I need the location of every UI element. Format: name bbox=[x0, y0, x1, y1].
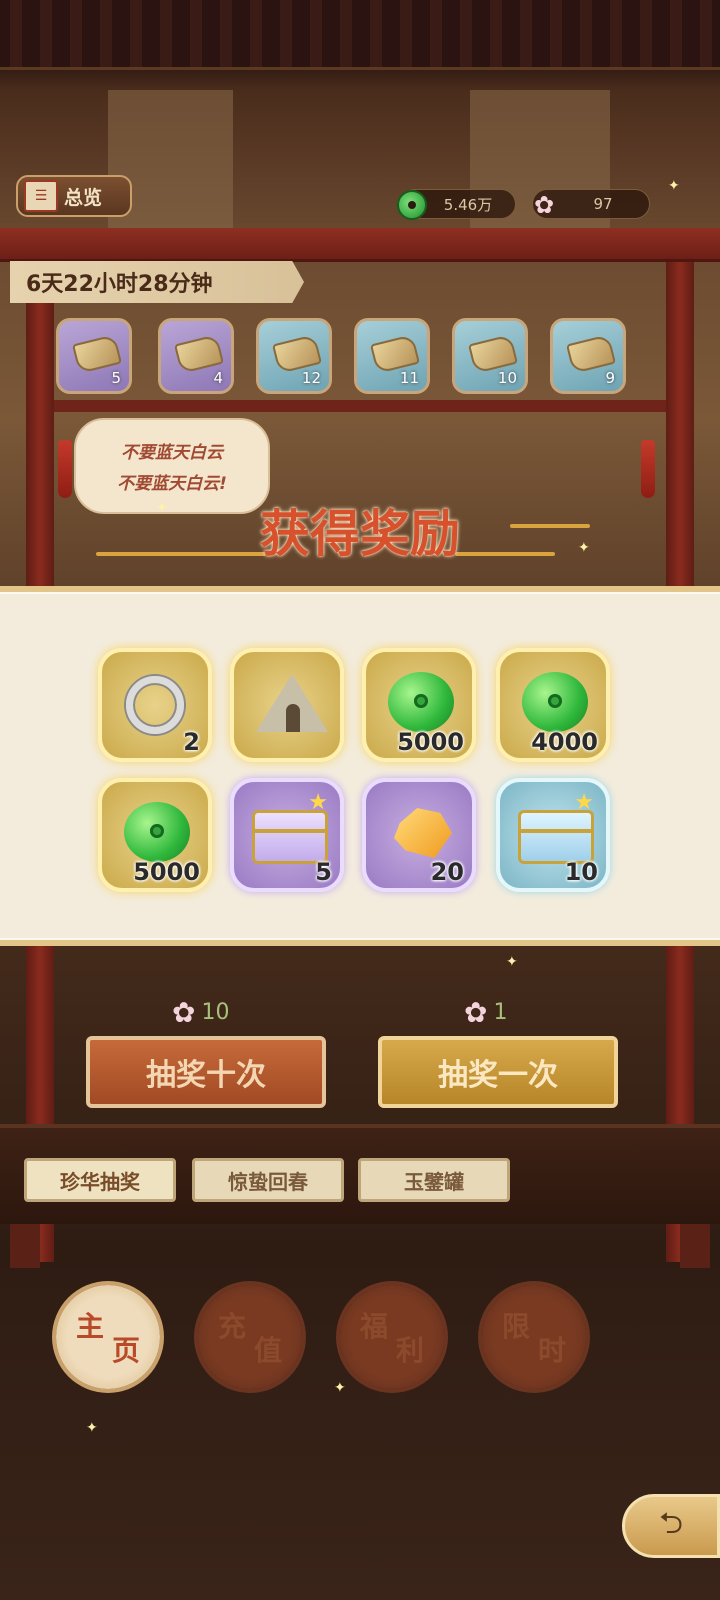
star-icon: ★ bbox=[308, 790, 328, 815]
nav-char: 值 bbox=[253, 1334, 282, 1367]
tab-jade-jar[interactable]: 玉鐾罐 bbox=[358, 1158, 510, 1202]
draw-ten-button[interactable]: 抽奖十次 bbox=[86, 1036, 326, 1108]
shelf-item-count: 4 bbox=[213, 369, 223, 387]
shelf-item-count: 11 bbox=[399, 369, 419, 387]
gold-ore-icon bbox=[394, 808, 452, 858]
reward-item[interactable] bbox=[230, 648, 344, 762]
back-arrow-icon: ⮌ bbox=[658, 1505, 684, 1541]
shelf-item[interactable]: 9 bbox=[550, 318, 626, 394]
one-draw-cost-value: 1 bbox=[493, 1000, 508, 1025]
shelf-item[interactable]: 5 bbox=[56, 318, 132, 394]
ten-draw-cost-value: 10 bbox=[201, 1000, 230, 1025]
star-icon: ★ bbox=[574, 790, 594, 815]
wall-scroll bbox=[108, 90, 233, 240]
book-icon: ☰ bbox=[24, 180, 58, 212]
sparkle-icon: ✦ bbox=[578, 540, 590, 556]
reward-panel[interactable]: 2 5000 4000 5000 ★ 5 20 ★ 10 bbox=[0, 586, 720, 946]
petal-icon: ✿ bbox=[533, 191, 555, 219]
reward-item[interactable]: 4000 bbox=[496, 648, 610, 762]
jade-amount: 5.46万 bbox=[443, 195, 493, 214]
draw-one-button[interactable]: 抽奖一次 bbox=[378, 1036, 618, 1108]
nav-recharge[interactable]: 充值 bbox=[198, 1285, 302, 1389]
overview-label: 总览 bbox=[64, 186, 103, 209]
petal-currency[interactable]: ✿ 97 bbox=[532, 189, 650, 219]
shelf-item-count: 9 bbox=[605, 369, 615, 387]
reward-count: 10 bbox=[564, 858, 598, 886]
purple-chest-icon bbox=[252, 810, 328, 864]
sparkle-icon: ✦ bbox=[506, 954, 518, 970]
reward-item[interactable]: ★ 5 bbox=[230, 778, 344, 892]
reward-count: 5000 bbox=[397, 728, 464, 756]
scroll-icon bbox=[468, 334, 518, 374]
sparkle-icon: ✦ bbox=[156, 500, 168, 516]
tab-spring-awakening[interactable]: 惊蛰回春 bbox=[192, 1158, 344, 1202]
silver-ring-icon bbox=[126, 676, 184, 734]
petal-icon: ✿ bbox=[464, 996, 488, 1029]
reward-count: 4000 bbox=[531, 728, 598, 756]
bubble-line: 不要蓝天白云 bbox=[121, 443, 223, 463]
scroll-icon bbox=[272, 334, 322, 374]
shelf-item-count: 10 bbox=[497, 369, 517, 387]
overview-button[interactable]: ☰ 总览 bbox=[16, 175, 132, 217]
scroll-icon bbox=[370, 334, 420, 374]
reward-title: 获得奖励 bbox=[260, 504, 460, 563]
petal-icon: ✿ bbox=[172, 996, 196, 1029]
nav-char: 时 bbox=[537, 1334, 566, 1367]
tassel bbox=[58, 440, 72, 498]
shelf-rail bbox=[54, 400, 666, 412]
scroll-icon bbox=[72, 334, 122, 374]
nav-limited[interactable]: 限时 bbox=[482, 1285, 586, 1389]
curtain bbox=[0, 0, 720, 70]
sparkle-icon: ✦ bbox=[334, 1380, 346, 1396]
shelf-item-count: 12 bbox=[301, 369, 321, 387]
reward-count: 5000 bbox=[133, 858, 200, 886]
board-leg bbox=[10, 1224, 40, 1268]
reward-item[interactable]: 20 bbox=[362, 778, 476, 892]
jade-coin-icon bbox=[522, 672, 588, 732]
shelf-item[interactable]: 12 bbox=[256, 318, 332, 394]
one-draw-cost: ✿ 1 bbox=[464, 996, 507, 1029]
tassel bbox=[641, 440, 655, 498]
reward-count: 5 bbox=[315, 858, 332, 886]
nav-welfare[interactable]: 福利 bbox=[340, 1285, 444, 1389]
reward-item[interactable]: 5000 bbox=[98, 778, 212, 892]
jade-coin-icon bbox=[124, 802, 190, 862]
nav-home[interactable]: 主页 bbox=[56, 1285, 160, 1389]
reward-count: 20 bbox=[430, 858, 464, 886]
reward-item[interactable]: ★ 10 bbox=[496, 778, 610, 892]
reward-count: 2 bbox=[183, 728, 200, 756]
shelf-item[interactable]: 11 bbox=[354, 318, 430, 394]
blue-chest-icon bbox=[518, 810, 594, 864]
board-leg bbox=[680, 1224, 710, 1268]
nav-char: 充 bbox=[218, 1310, 247, 1343]
shelf-item-count: 5 bbox=[111, 369, 121, 387]
shelf-item[interactable]: 10 bbox=[452, 318, 528, 394]
reward-item[interactable]: 2 bbox=[98, 648, 212, 762]
scroll-icon bbox=[566, 334, 616, 374]
tab-treasure-draw[interactable]: 珍华抽奖 bbox=[24, 1158, 176, 1202]
nav-char: 福 bbox=[360, 1310, 389, 1343]
nav-char: 限 bbox=[502, 1310, 531, 1343]
reward-item[interactable]: 5000 bbox=[362, 648, 476, 762]
sparkle-icon: ✦ bbox=[668, 178, 680, 194]
nav-char: 页 bbox=[111, 1334, 140, 1367]
tent-door bbox=[286, 704, 300, 732]
nav-char: 利 bbox=[395, 1334, 424, 1367]
jade-currency[interactable]: 5.46万 bbox=[397, 189, 516, 220]
sparkle-icon: ✦ bbox=[86, 1420, 98, 1436]
bubble-line: 不要蓝天白云! bbox=[117, 474, 227, 494]
scroll-icon bbox=[174, 334, 224, 374]
jade-coin-icon bbox=[388, 672, 454, 732]
jade-coin-icon bbox=[397, 190, 427, 220]
nav-char: 主 bbox=[76, 1310, 105, 1343]
petal-amount: 97 bbox=[593, 195, 613, 213]
back-button[interactable]: ⮌ bbox=[622, 1494, 720, 1558]
shelf-item[interactable]: 4 bbox=[158, 318, 234, 394]
ten-draw-cost: ✿ 10 bbox=[172, 996, 229, 1029]
shelf-beam bbox=[0, 228, 720, 262]
event-timer: 6天22小时28分钟 bbox=[10, 261, 304, 303]
